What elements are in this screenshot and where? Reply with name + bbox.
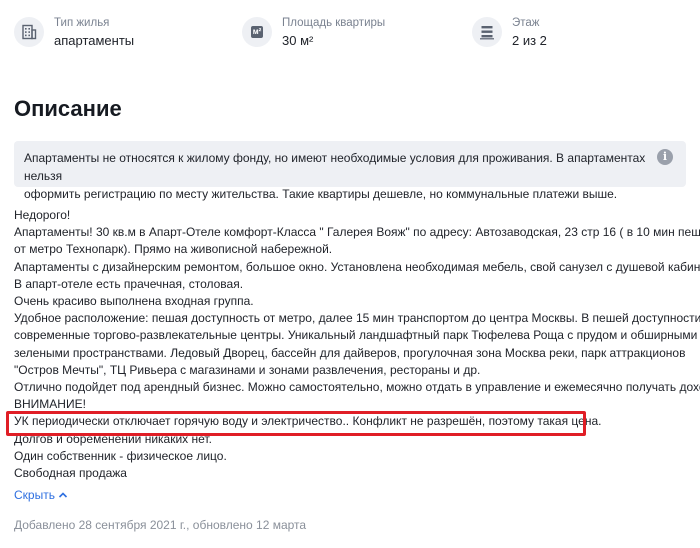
notice-line: Апартаменты не относятся к жилому фонду,… — [24, 151, 646, 183]
description-line: от метро Технопарк). Прямо на живописной… — [14, 242, 333, 257]
stat-value: апартаменты — [54, 33, 135, 48]
apartment-notice: Апартаменты не относятся к жилому фонду,… — [14, 141, 686, 201]
stat-label: Тип жилья — [54, 17, 110, 29]
listing-dates: Добавлено 28 сентября 2021 г., обновлено… — [14, 518, 307, 532]
floors-icon — [472, 17, 502, 47]
description-line: современные торгово-развлекательные цент… — [14, 328, 698, 343]
notice-line: оформить регистрацию по месту жительства… — [24, 187, 618, 201]
description-line: Свободная продажа — [14, 466, 127, 481]
description-line: В апарт-отеле есть прачечная, столовая. — [14, 276, 244, 291]
chevron-up-icon — [58, 488, 68, 502]
description-line: зелеными пространствами. Ледовый Дворец,… — [14, 345, 686, 360]
description-line: Отлично подойдет под арендный бизнес. Мо… — [14, 380, 700, 395]
area-icon-text: м² — [250, 26, 264, 38]
description-line: Недорого! — [14, 208, 71, 222]
description-line: "Остров Мечты", ТЦ Ривьера с магазинами … — [14, 362, 481, 377]
description-line: Апартаменты! 30 кв.м в Апарт-Отеле комфо… — [14, 225, 700, 240]
collapse-link[interactable]: Скрыть — [14, 488, 68, 502]
property-stats: Тип жилья апартаменты м² Площадь квартир… — [14, 17, 694, 51]
notice-text: Апартаменты не относятся к жилому фонду,… — [24, 149, 649, 203]
description-text: Недорого! Апартаменты! 30 кв.м в Апарт-О… — [14, 207, 700, 482]
info-icon[interactable]: i — [657, 149, 673, 165]
stat-value: 2 из 2 — [512, 33, 547, 48]
stat-label: Этаж — [512, 17, 540, 29]
description-line: Удобное расположение: пешая доступность … — [14, 311, 700, 326]
building-icon — [14, 17, 44, 47]
stat-value: 30 м² — [282, 33, 314, 48]
description-line: Апартаменты с дизайнерским ремонтом, бол… — [14, 259, 700, 274]
description-line-highlighted: УК периодически отключает горячую воду и… — [14, 414, 602, 429]
description-line: Один собственник - физическое лицо. — [14, 448, 227, 463]
description-line: Очень красиво выполнена входная группа. — [14, 294, 254, 309]
description-line: ВНИМАНИЕ! — [14, 397, 86, 412]
area-icon: м² — [242, 17, 272, 47]
stat-label: Площадь квартиры — [282, 17, 386, 29]
description-title: Описание — [14, 96, 122, 121]
collapse-label: Скрыть — [14, 488, 55, 502]
description-line: Долгов и обременений никаких нет. — [14, 431, 212, 446]
